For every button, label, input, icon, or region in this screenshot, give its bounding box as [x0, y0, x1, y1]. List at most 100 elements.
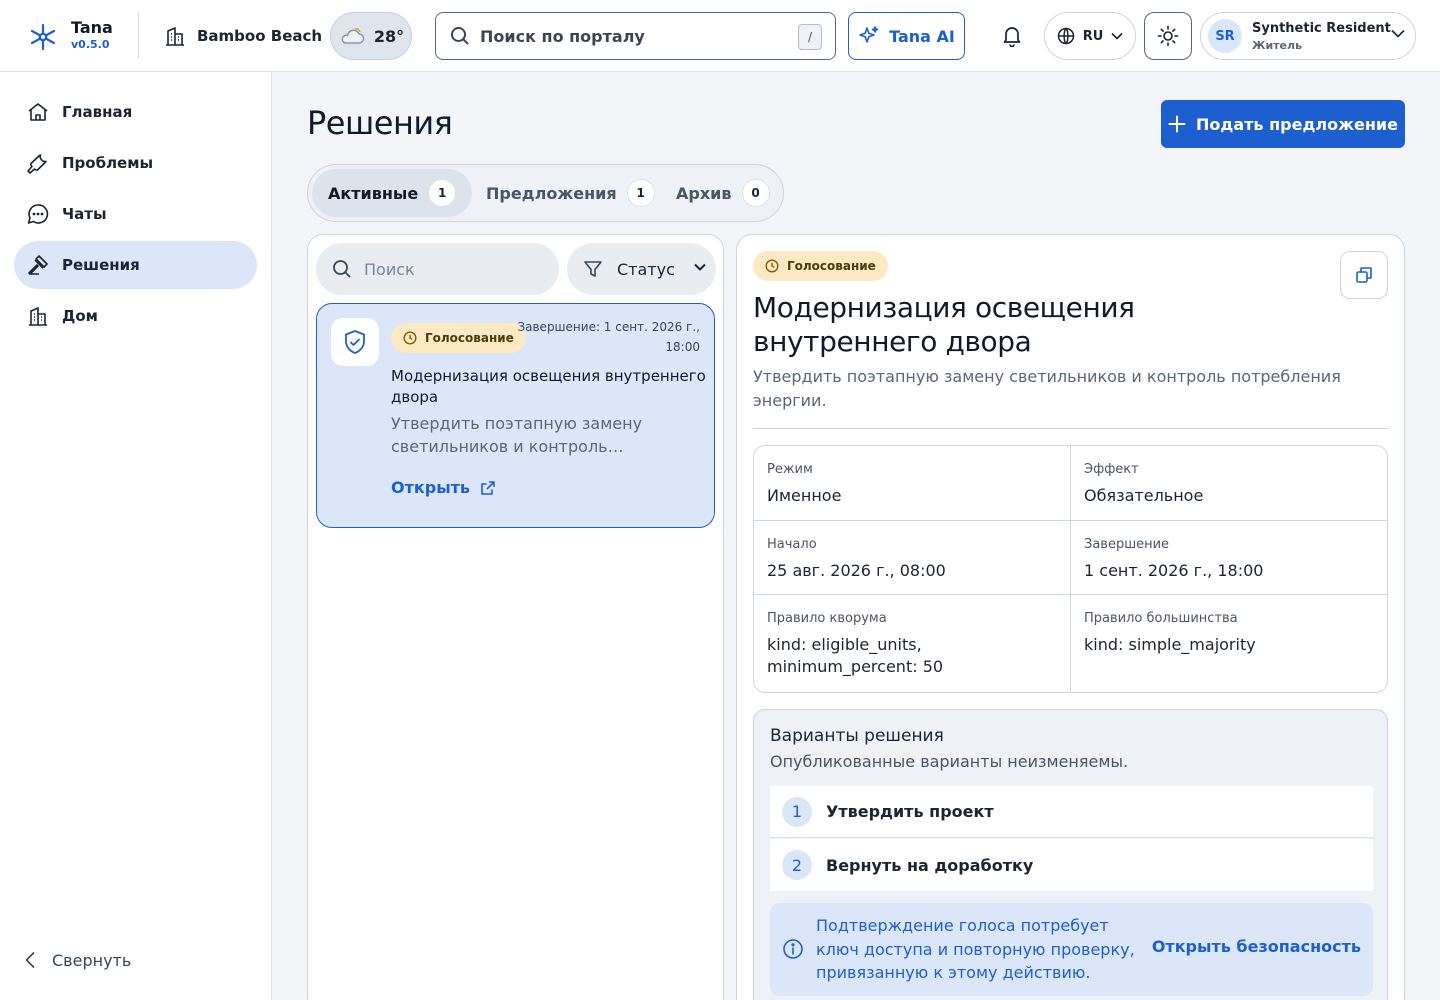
property-label: Режим: [767, 462, 813, 477]
partly-cloudy-icon: [338, 25, 366, 47]
property-value: Обязательное: [1084, 486, 1204, 505]
decision-properties: Режим Именное Эффект Обязательное Начало…: [753, 445, 1388, 693]
search-icon: [332, 259, 352, 279]
app-logo[interactable]: Tana v0.5.0: [28, 18, 148, 54]
options-title: Варианты решения: [770, 726, 944, 746]
open-security-link[interactable]: Открыть безопасность: [1152, 937, 1361, 956]
user-role: Житель: [1252, 39, 1303, 52]
search-icon: [450, 26, 470, 46]
sidebar-item-label: Решения: [62, 256, 140, 274]
status-badge: Голосование: [391, 323, 526, 353]
property-effect: Эффект Обязательное: [1071, 446, 1387, 521]
language-code: RU: [1082, 28, 1104, 44]
tab-label: Предложения: [486, 183, 617, 203]
submit-proposal-label: Подать предложение: [1196, 114, 1398, 134]
tab-active[interactable]: Активные 1: [312, 169, 473, 217]
tab-archive[interactable]: Архив 0: [660, 169, 786, 217]
property-majority-rule: Правило большинства kind: simple_majorit…: [1071, 595, 1387, 692]
property-value: kind: simple_majority: [1084, 635, 1256, 654]
collapse-label: Свернуть: [52, 950, 132, 970]
option-number: 2: [782, 850, 812, 880]
home-icon: [26, 100, 50, 124]
header-divider: [138, 12, 139, 59]
site-name: Bamboo Beach: [197, 27, 323, 45]
user-name: Synthetic Resident: [1252, 21, 1391, 36]
user-menu[interactable]: SR Synthetic Resident Житель: [1200, 12, 1416, 60]
weather-temperature: 28°: [373, 26, 405, 46]
card-description: Утвердить поэтапную замену светильников …: [391, 414, 643, 456]
status-filter-select[interactable]: Статус: [567, 243, 716, 295]
submit-proposal-button[interactable]: Подать предложение: [1161, 100, 1405, 148]
page-title: Решения: [307, 104, 453, 142]
copy-icon: [1354, 265, 1374, 285]
tab-count: 1: [626, 179, 655, 207]
decision-card[interactable]: Голосование Завершение: 1 сент. 2026 г.,…: [316, 303, 715, 528]
divider: [753, 428, 1388, 429]
sun-icon: [1157, 25, 1179, 47]
sidebar-item-label: Дом: [62, 307, 98, 325]
property-value: Именное: [767, 486, 842, 505]
security-notice-text: Подтверждение голоса потребует ключ дост…: [816, 916, 1135, 982]
portal-search[interactable]: /: [435, 12, 836, 60]
status-badge-label: Голосование: [425, 331, 514, 345]
theme-toggle[interactable]: [1144, 12, 1192, 60]
chat-icon: [26, 202, 50, 226]
chevron-left-icon: [24, 951, 36, 969]
property-label: Начало: [767, 537, 817, 552]
sidebar-item-label: Главная: [62, 103, 133, 121]
property-label: Правило большинства: [1084, 611, 1238, 626]
plus-icon: [1168, 115, 1186, 133]
filter-icon: [583, 259, 603, 279]
chevron-down-icon: [1391, 29, 1405, 38]
collapse-sidebar-button[interactable]: Свернуть: [24, 945, 131, 975]
sidebar-item-chats[interactable]: Чаты: [14, 190, 257, 238]
list-search[interactable]: [316, 243, 559, 295]
property-start: Начало 25 авг. 2026 г., 08:00: [754, 521, 1071, 595]
sidebar-item-issues[interactable]: Проблемы: [14, 139, 257, 187]
option-label: Утвердить проект: [826, 802, 994, 821]
weather-widget[interactable]: 28°: [330, 12, 412, 60]
gavel-icon: [26, 253, 50, 277]
chevron-down-icon: [1111, 32, 1123, 40]
sparkle-icon: [858, 25, 880, 47]
avatar: SR: [1208, 19, 1242, 53]
tab-proposals[interactable]: Предложения 1: [470, 169, 671, 217]
clock-icon: [403, 331, 417, 345]
sidebar: Главная Проблемы Чаты Решения Дом Сверну…: [0, 72, 272, 1000]
decision-list-panel: Статус Голосование Завершение: 1 сент. 2…: [307, 234, 724, 1000]
list-search-input[interactable]: [364, 259, 544, 279]
copy-button[interactable]: [1340, 251, 1388, 299]
decision-tabs: Активные 1 Предложения 1 Архив 0: [307, 164, 784, 222]
search-shortcut-key: /: [798, 24, 822, 50]
option-number: 1: [782, 796, 812, 827]
option-label: Вернуть на доработку: [826, 855, 1034, 875]
card-title: Модернизация освещения внутреннего двора: [391, 367, 706, 406]
open-label: Открыть: [391, 478, 471, 497]
security-notice: Подтверждение голоса потребует ключ дост…: [770, 903, 1373, 996]
tana-ai-label: Tana AI: [889, 26, 955, 46]
sidebar-item-decisions[interactable]: Решения: [14, 241, 257, 289]
property-label: Правило кворума: [767, 611, 887, 626]
property-quorum-rule: Правило кворума kind: eligible_units, mi…: [754, 595, 1071, 692]
open-decision-link[interactable]: Открыть: [391, 478, 496, 497]
status-badge-label: Голосование: [787, 259, 876, 273]
tab-count: 1: [428, 179, 457, 207]
property-value: 25 авг. 2026 г., 08:00: [767, 561, 946, 580]
sidebar-item-label: Проблемы: [62, 154, 154, 172]
tana-ai-button[interactable]: Tana AI: [848, 12, 965, 60]
top-bar: Tana v0.5.0 Bamboo Beach 28° /: [0, 0, 1440, 72]
decision-options: Варианты решения Опубликованные варианты…: [753, 709, 1388, 1000]
notifications-button[interactable]: [996, 20, 1028, 52]
app-name: Tana: [71, 18, 113, 37]
language-selector[interactable]: RU: [1044, 12, 1136, 60]
clock-icon: [765, 259, 779, 273]
sidebar-item-home[interactable]: Главная: [14, 88, 257, 136]
globe-icon: [1057, 27, 1075, 45]
building-icon: [163, 24, 187, 48]
options-subtitle: Опубликованные варианты неизменяемы.: [770, 752, 1129, 771]
site-selector[interactable]: Bamboo Beach: [163, 22, 322, 50]
sidebar-item-house[interactable]: Дом: [14, 292, 257, 340]
property-mode: Режим Именное: [754, 446, 1071, 521]
portal-search-input[interactable]: [480, 26, 780, 46]
decision-detail-panel: Голосование Модернизация освещения внутр…: [736, 234, 1405, 1000]
